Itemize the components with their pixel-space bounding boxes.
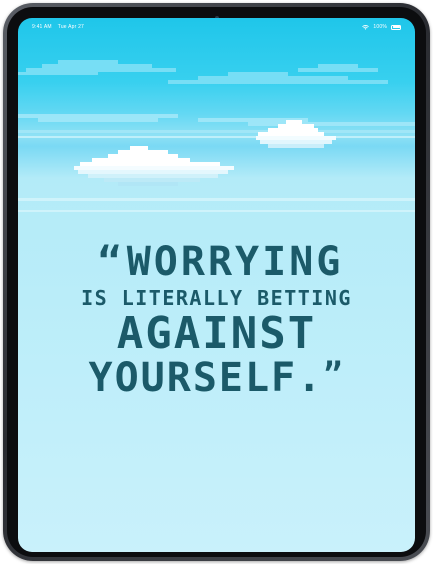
quote-word-yourself: yourself. [88, 355, 324, 401]
open-quote-mark: “ [97, 239, 125, 285]
horizon-haze [18, 198, 415, 212]
quote-line-3: against [116, 308, 317, 359]
tablet-device: 9:41 AM Tue Apr 27 100% “WORRYING IS LIT… [3, 3, 430, 561]
cloud-left [74, 146, 234, 186]
quote-text: “Worrying is literally betting against y… [18, 242, 415, 398]
quote-line-4: yourself.” [18, 358, 415, 398]
quote-line-1: “Worrying [26, 242, 415, 282]
close-quote-mark: ” [323, 355, 345, 393]
quote-word-worrying: Worrying [126, 239, 344, 285]
quote-line-2: is literally betting [81, 286, 352, 310]
lock-screen[interactable]: 9:41 AM Tue Apr 27 100% “WORRYING IS LIT… [18, 18, 415, 552]
cloud-band-middle [18, 114, 415, 138]
cloud-band-upper [18, 60, 388, 84]
